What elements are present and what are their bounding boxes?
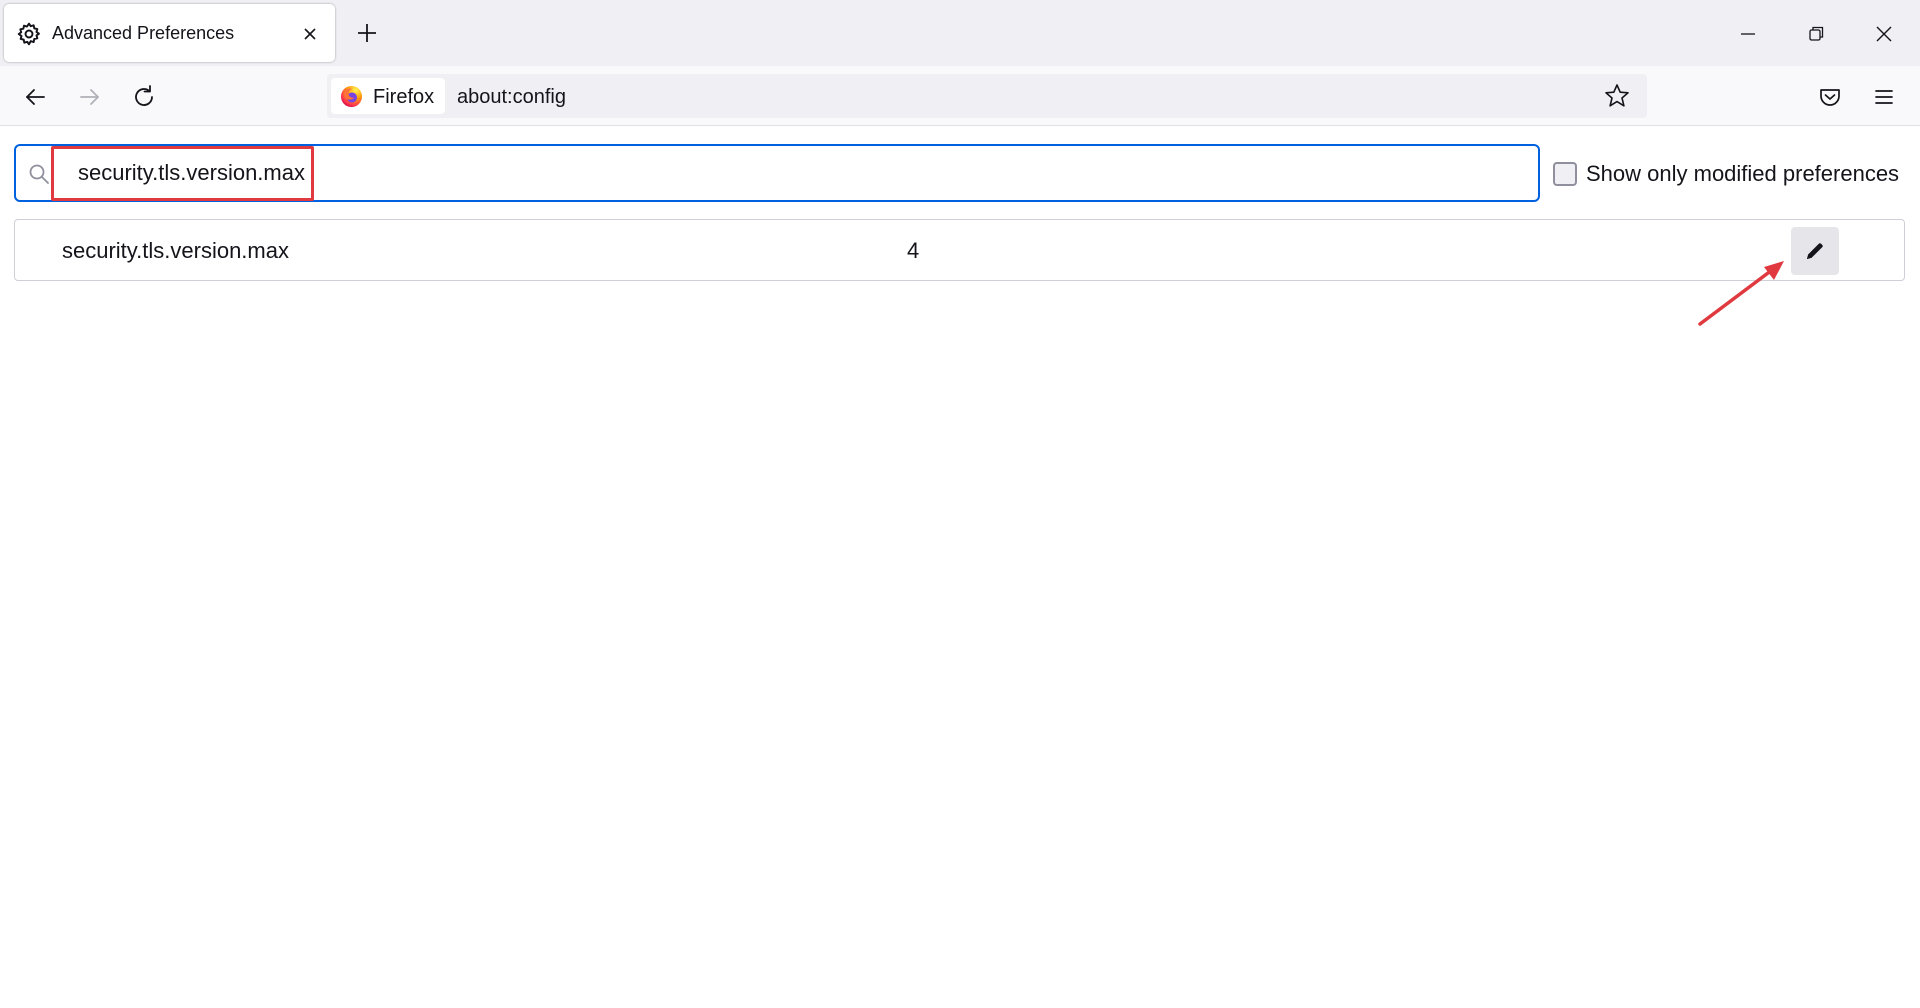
restore-icon[interactable] xyxy=(1796,14,1836,54)
pocket-icon[interactable] xyxy=(1813,80,1847,114)
firefox-logo-icon xyxy=(340,85,363,108)
url-text[interactable]: about:config xyxy=(457,86,566,109)
show-modified-label[interactable]: Show only modified preferences xyxy=(1586,161,1899,187)
search-icon xyxy=(27,162,51,186)
back-arrow-icon[interactable] xyxy=(18,80,52,114)
show-modified-checkbox[interactable] xyxy=(1553,162,1577,186)
bookmark-star-icon[interactable] xyxy=(1602,81,1632,111)
minimize-icon[interactable] xyxy=(1728,14,1768,54)
edit-preference-button[interactable] xyxy=(1791,227,1839,275)
url-bar[interactable]: Firefox about:config xyxy=(327,74,1647,118)
new-tab-plus-icon[interactable] xyxy=(352,18,382,48)
forward-arrow-icon[interactable] xyxy=(73,80,107,114)
tab-advanced-preferences[interactable]: Advanced Preferences xyxy=(4,4,335,62)
preference-value[interactable]: 4 xyxy=(907,238,919,264)
tab-strip: Advanced Preferences xyxy=(0,0,1920,66)
hamburger-menu-icon[interactable] xyxy=(1867,80,1901,114)
close-tab-icon[interactable] xyxy=(300,24,320,44)
gear-icon xyxy=(16,21,42,47)
preference-search-input[interactable] xyxy=(64,154,1524,192)
identity-box[interactable]: Firefox xyxy=(331,78,445,114)
identity-label: Firefox xyxy=(373,86,435,108)
preference-row: security.tls.version.max 4 xyxy=(14,219,1905,281)
pencil-icon xyxy=(1804,240,1826,262)
tab-title: Advanced Preferences xyxy=(52,23,235,43)
preference-name: security.tls.version.max xyxy=(62,238,289,263)
navigation-toolbar: Firefox about:config xyxy=(0,66,1920,126)
preference-search-box[interactable] xyxy=(14,144,1540,202)
reload-icon[interactable] xyxy=(127,80,161,114)
close-window-icon[interactable] xyxy=(1864,14,1904,54)
